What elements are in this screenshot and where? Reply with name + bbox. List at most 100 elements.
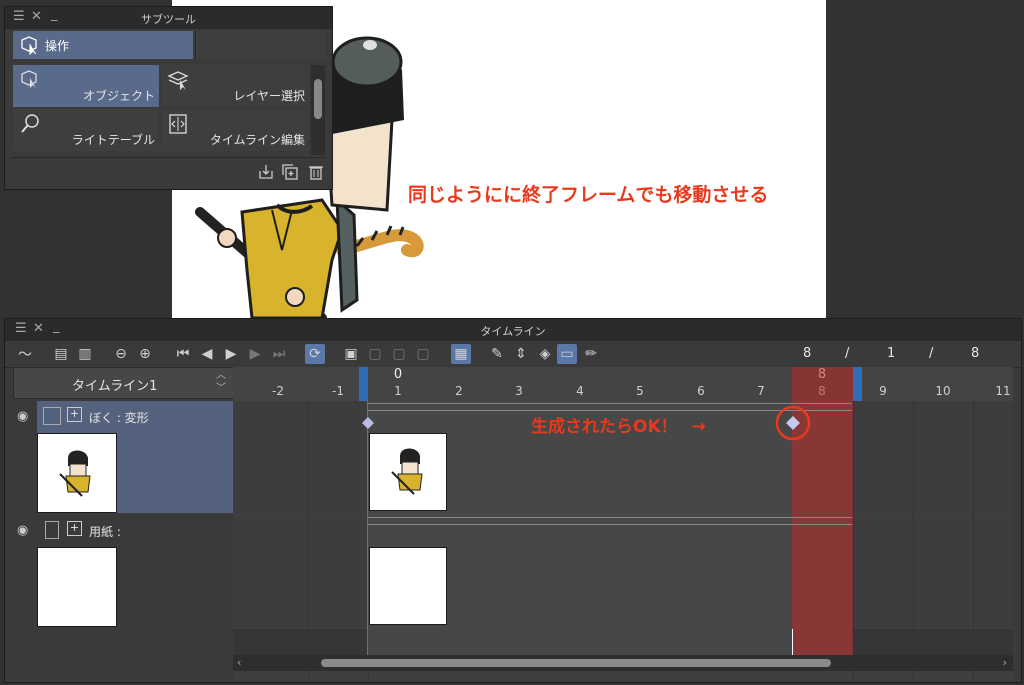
canvas-annotation: 同じようにに終了フレームでも移動させる bbox=[408, 184, 769, 206]
object-cursor-icon bbox=[21, 36, 37, 55]
duplicate-subtool-icon[interactable] bbox=[281, 163, 299, 181]
camera-work-icon[interactable]: ▭ bbox=[557, 344, 577, 364]
tool-object[interactable]: オブジェクト bbox=[13, 65, 159, 107]
ruler-tick: 2 bbox=[455, 384, 463, 398]
clip-bar[interactable] bbox=[368, 517, 852, 525]
eye-icon[interactable]: ◉ bbox=[17, 523, 33, 538]
keyframe-enable-icon[interactable]: ✎ bbox=[487, 344, 507, 364]
layer-header[interactable]: + ぼく : 変形 bbox=[37, 401, 233, 431]
layer-list: タイムライン1 ︿ ﹀ ◉ + ぼく : 変形 ◉ + 用紙: bbox=[13, 367, 235, 680]
tool-label: オブジェクト bbox=[82, 89, 155, 103]
prev-frame-icon[interactable]: ◀ bbox=[197, 344, 217, 364]
scroll-left-icon[interactable]: ‹ bbox=[237, 656, 241, 669]
new-timeline-icon[interactable]: ▤ bbox=[51, 344, 71, 364]
ruler-tick: 11 bbox=[995, 384, 1011, 398]
tool-timeline-edit[interactable]: タイムライン編集 bbox=[161, 109, 309, 151]
light-table-icon bbox=[21, 114, 39, 133]
grid-line bbox=[853, 401, 854, 680]
last-frame-icon[interactable]: ⏭ bbox=[269, 344, 289, 364]
timeline-tracks[interactable]: 0 8 -2 -1 1 2 3 4 5 6 7 8 9 10 11 bbox=[233, 367, 1013, 680]
ruler-tick: 9 bbox=[879, 384, 887, 398]
timeline-hscrollbar[interactable]: ‹ › bbox=[233, 655, 1013, 671]
playhead-line bbox=[792, 629, 793, 655]
chevron-updown-icon[interactable]: ︿ ﹀ bbox=[216, 369, 226, 395]
onion-skin-icon[interactable]: ▦ bbox=[451, 344, 471, 364]
frame-end: 8 bbox=[971, 346, 980, 361]
zoom-out-icon[interactable]: ⊖ bbox=[111, 344, 131, 364]
subtool-title: サブツール bbox=[141, 13, 196, 26]
subtool-panel: ☰ ✕ _ サブツール 操作 オブジェクト レイヤー選択 ライトテーブル タイム… bbox=[4, 6, 333, 190]
end-marker[interactable] bbox=[853, 367, 862, 401]
loop-icon[interactable]: ⟳ bbox=[305, 344, 325, 364]
timeline-edit-icon bbox=[169, 114, 187, 134]
zoom-in-icon[interactable]: ⊕ bbox=[135, 344, 155, 364]
frame-separator: / bbox=[845, 346, 850, 361]
tool-group-label: 操作 bbox=[45, 39, 70, 53]
ruler-tick: 10 bbox=[935, 384, 951, 398]
cel-specify-icon[interactable]: ▢ bbox=[389, 344, 409, 364]
scroll-right-icon[interactable]: › bbox=[1003, 656, 1007, 669]
grid-line bbox=[308, 401, 309, 680]
object-cursor-icon bbox=[21, 70, 37, 88]
pen-icon[interactable]: ✏ bbox=[581, 344, 601, 364]
layer-name: ぼく : 変形 bbox=[89, 411, 149, 425]
ruler-tick: -2 bbox=[272, 384, 284, 398]
assign-cel-icon[interactable]: ▢ bbox=[365, 344, 385, 364]
layer-name: 用紙 : bbox=[89, 525, 121, 539]
timeline-panel: ☰ ✕ _ タイムライン 〜 ▤ ▥ ⊖ ⊕ ⏮ ◀ ▶ ▶ ⏭ ⟳ ▣ ▢ ▢… bbox=[4, 318, 1022, 683]
cel-thumbnail[interactable] bbox=[369, 433, 447, 511]
timeline-name: タイムライン1 bbox=[72, 379, 158, 394]
keyframe-start[interactable] bbox=[361, 416, 375, 430]
graph-icon[interactable]: 〜 bbox=[15, 344, 35, 364]
layer-header[interactable]: + 用紙 : bbox=[37, 515, 233, 545]
tool-label: ライトテーブル bbox=[71, 133, 155, 147]
scrollbar-thumb[interactable] bbox=[321, 659, 831, 667]
timeline-toolbar: 〜 ▤ ▥ ⊖ ⊕ ⏮ ◀ ▶ ▶ ⏭ ⟳ ▣ ▢ ▢ ▢ ▦ ✎ ⇕ ◈ ▭ … bbox=[5, 341, 1021, 368]
tool-group-operation[interactable]: 操作 bbox=[13, 31, 193, 59]
scrollbar-thumb[interactable] bbox=[314, 79, 322, 119]
import-subtool-icon[interactable] bbox=[257, 163, 275, 181]
layer-thumbnail bbox=[37, 433, 117, 513]
timeline-selector[interactable]: タイムライン1 ︿ ﹀ bbox=[13, 367, 235, 399]
expand-plus-icon[interactable]: + bbox=[67, 407, 82, 422]
cel-thumbnail[interactable] bbox=[369, 547, 447, 625]
first-frame-icon[interactable]: ⏮ bbox=[173, 344, 193, 364]
subtool-scrollbar[interactable] bbox=[311, 65, 325, 155]
frame-start: 1 bbox=[887, 346, 896, 361]
character-thumbnail bbox=[59, 450, 91, 497]
expand-plus-icon[interactable]: + bbox=[67, 521, 82, 536]
add-keyframe-icon[interactable]: ◈ bbox=[535, 344, 555, 364]
eye-icon[interactable]: ◉ bbox=[17, 409, 33, 424]
tool-layer-select[interactable]: レイヤー選択 bbox=[161, 65, 309, 107]
ruler-zero-label: 0 bbox=[393, 367, 403, 382]
cel-delete-icon[interactable]: ▢ bbox=[413, 344, 433, 364]
timeline-title: タイムライン bbox=[480, 325, 546, 338]
ruler-tick: 1 bbox=[394, 384, 402, 398]
trash-icon[interactable] bbox=[307, 163, 325, 181]
tool-label: タイムライン編集 bbox=[209, 133, 305, 147]
ruler-tick: 5 bbox=[636, 384, 644, 398]
start-line bbox=[367, 401, 368, 655]
grid-line bbox=[973, 401, 974, 680]
frame-separator: / bbox=[929, 346, 934, 361]
new-cel-icon[interactable]: ▣ bbox=[341, 344, 361, 364]
play-icon[interactable]: ▶ bbox=[221, 344, 241, 364]
layer-row-paper[interactable]: ◉ + 用紙 : bbox=[13, 515, 233, 627]
layer-select-icon bbox=[167, 71, 189, 90]
start-marker[interactable] bbox=[359, 367, 368, 401]
grid-line bbox=[913, 401, 914, 680]
tool-light-table[interactable]: ライトテーブル bbox=[13, 109, 159, 151]
layer-thumbnail bbox=[37, 547, 117, 627]
frame-ruler[interactable]: 0 8 -2 -1 1 2 3 4 5 6 7 8 9 10 11 bbox=[233, 367, 1013, 402]
layer-row-boku[interactable]: ◉ + ぼく : 変形 bbox=[13, 401, 233, 513]
next-frame-icon[interactable]: ▶ bbox=[245, 344, 265, 364]
timeline-add-icon[interactable]: ▥ bbox=[75, 344, 95, 364]
layer-type-icon bbox=[43, 407, 61, 425]
subtool-titlebar[interactable]: ☰ ✕ _ サブツール bbox=[5, 7, 332, 29]
paper-icon bbox=[45, 521, 59, 539]
ruler-tick: 3 bbox=[515, 384, 523, 398]
tool-label: レイヤー選択 bbox=[233, 89, 305, 103]
timeline-titlebar[interactable]: ☰ ✕ _ タイムライン bbox=[5, 319, 1021, 341]
keyframe-interpolation-icon[interactable]: ⇕ bbox=[511, 344, 531, 364]
keyframe-highlight-circle bbox=[775, 405, 811, 441]
